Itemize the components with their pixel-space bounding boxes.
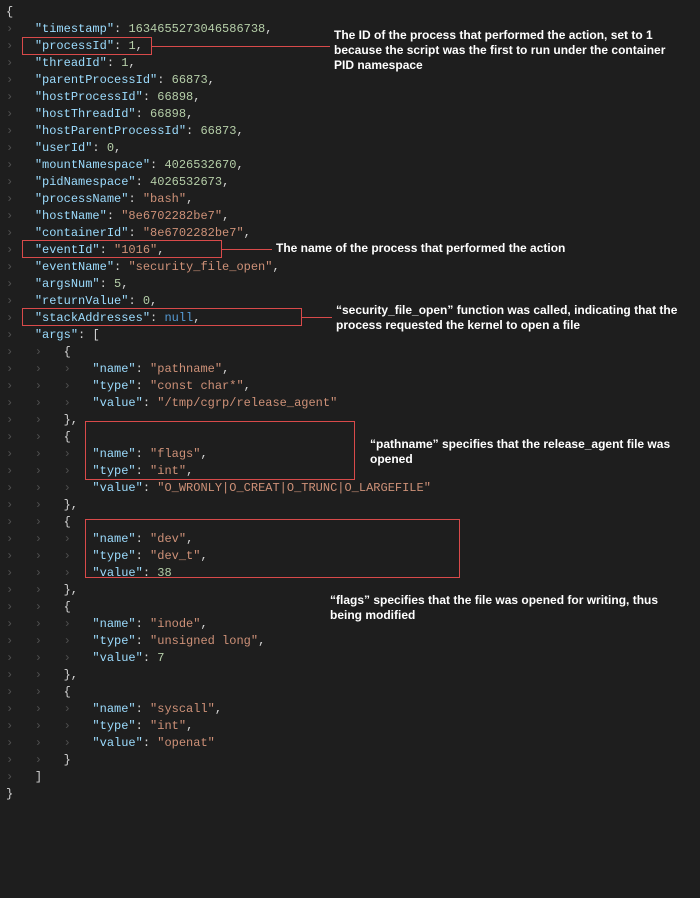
code-line: › › }, — [6, 497, 694, 514]
code-line: › › › "value": "openat" — [6, 735, 694, 752]
code-line: › › }, — [6, 412, 694, 429]
annotation-processName: The name of the process that performed t… — [276, 241, 676, 256]
code-line: › "hostThreadId": 66898, — [6, 106, 694, 123]
code-line: › ] — [6, 769, 694, 786]
code-line: › › › "value": 38 — [6, 565, 694, 582]
code-line: › › › "name": "syscall", — [6, 701, 694, 718]
code-line: › › › "value": "O_WRONLY|O_CREAT|O_TRUNC… — [6, 480, 694, 497]
code-line: › "hostParentProcessId": 66873, — [6, 123, 694, 140]
code-line: › › } — [6, 752, 694, 769]
code-line: { — [6, 4, 694, 21]
code-line: › "argsNum": 5, — [6, 276, 694, 293]
code-line: › "containerId": "8e6702282be7", — [6, 225, 694, 242]
code-line: › "parentProcessId": 66873, — [6, 72, 694, 89]
code-line: › › › "type": "const char*", — [6, 378, 694, 395]
json-code-block: {› "timestamp": 1634655273046586738,› "p… — [6, 4, 694, 803]
code-line: › › › "type": "unsigned long", — [6, 633, 694, 650]
code-line: › › { — [6, 514, 694, 531]
code-line: › › { — [6, 684, 694, 701]
code-line: › › }, — [6, 667, 694, 684]
code-line: › › › "name": "dev", — [6, 531, 694, 548]
code-line: › › › "name": "pathname", — [6, 361, 694, 378]
code-line: › › { — [6, 344, 694, 361]
annotation-pathname: “pathname” specifies that the release_ag… — [370, 437, 680, 467]
code-line: › › › "value": "/tmp/cgrp/release_agent" — [6, 395, 694, 412]
annotation-flags: “flags” specifies that the file was open… — [330, 593, 690, 623]
code-line: › "mountNamespace": 4026532670, — [6, 157, 694, 174]
code-line: › › › "type": "dev_t", — [6, 548, 694, 565]
code-line: › "pidNamespace": 4026532673, — [6, 174, 694, 191]
code-line: › "hostProcessId": 66898, — [6, 89, 694, 106]
annotation-processId: The ID of the process that performed the… — [334, 28, 680, 73]
code-line: › › › "value": 7 — [6, 650, 694, 667]
code-line: › › › "type": "int", — [6, 718, 694, 735]
code-line: › "processName": "bash", — [6, 191, 694, 208]
annotation-eventName: “security_file_open” function was called… — [336, 303, 686, 333]
code-line: › "hostName": "8e6702282be7", — [6, 208, 694, 225]
code-line: › "userId": 0, — [6, 140, 694, 157]
code-line: } — [6, 786, 694, 803]
code-line: › "eventName": "security_file_open", — [6, 259, 694, 276]
